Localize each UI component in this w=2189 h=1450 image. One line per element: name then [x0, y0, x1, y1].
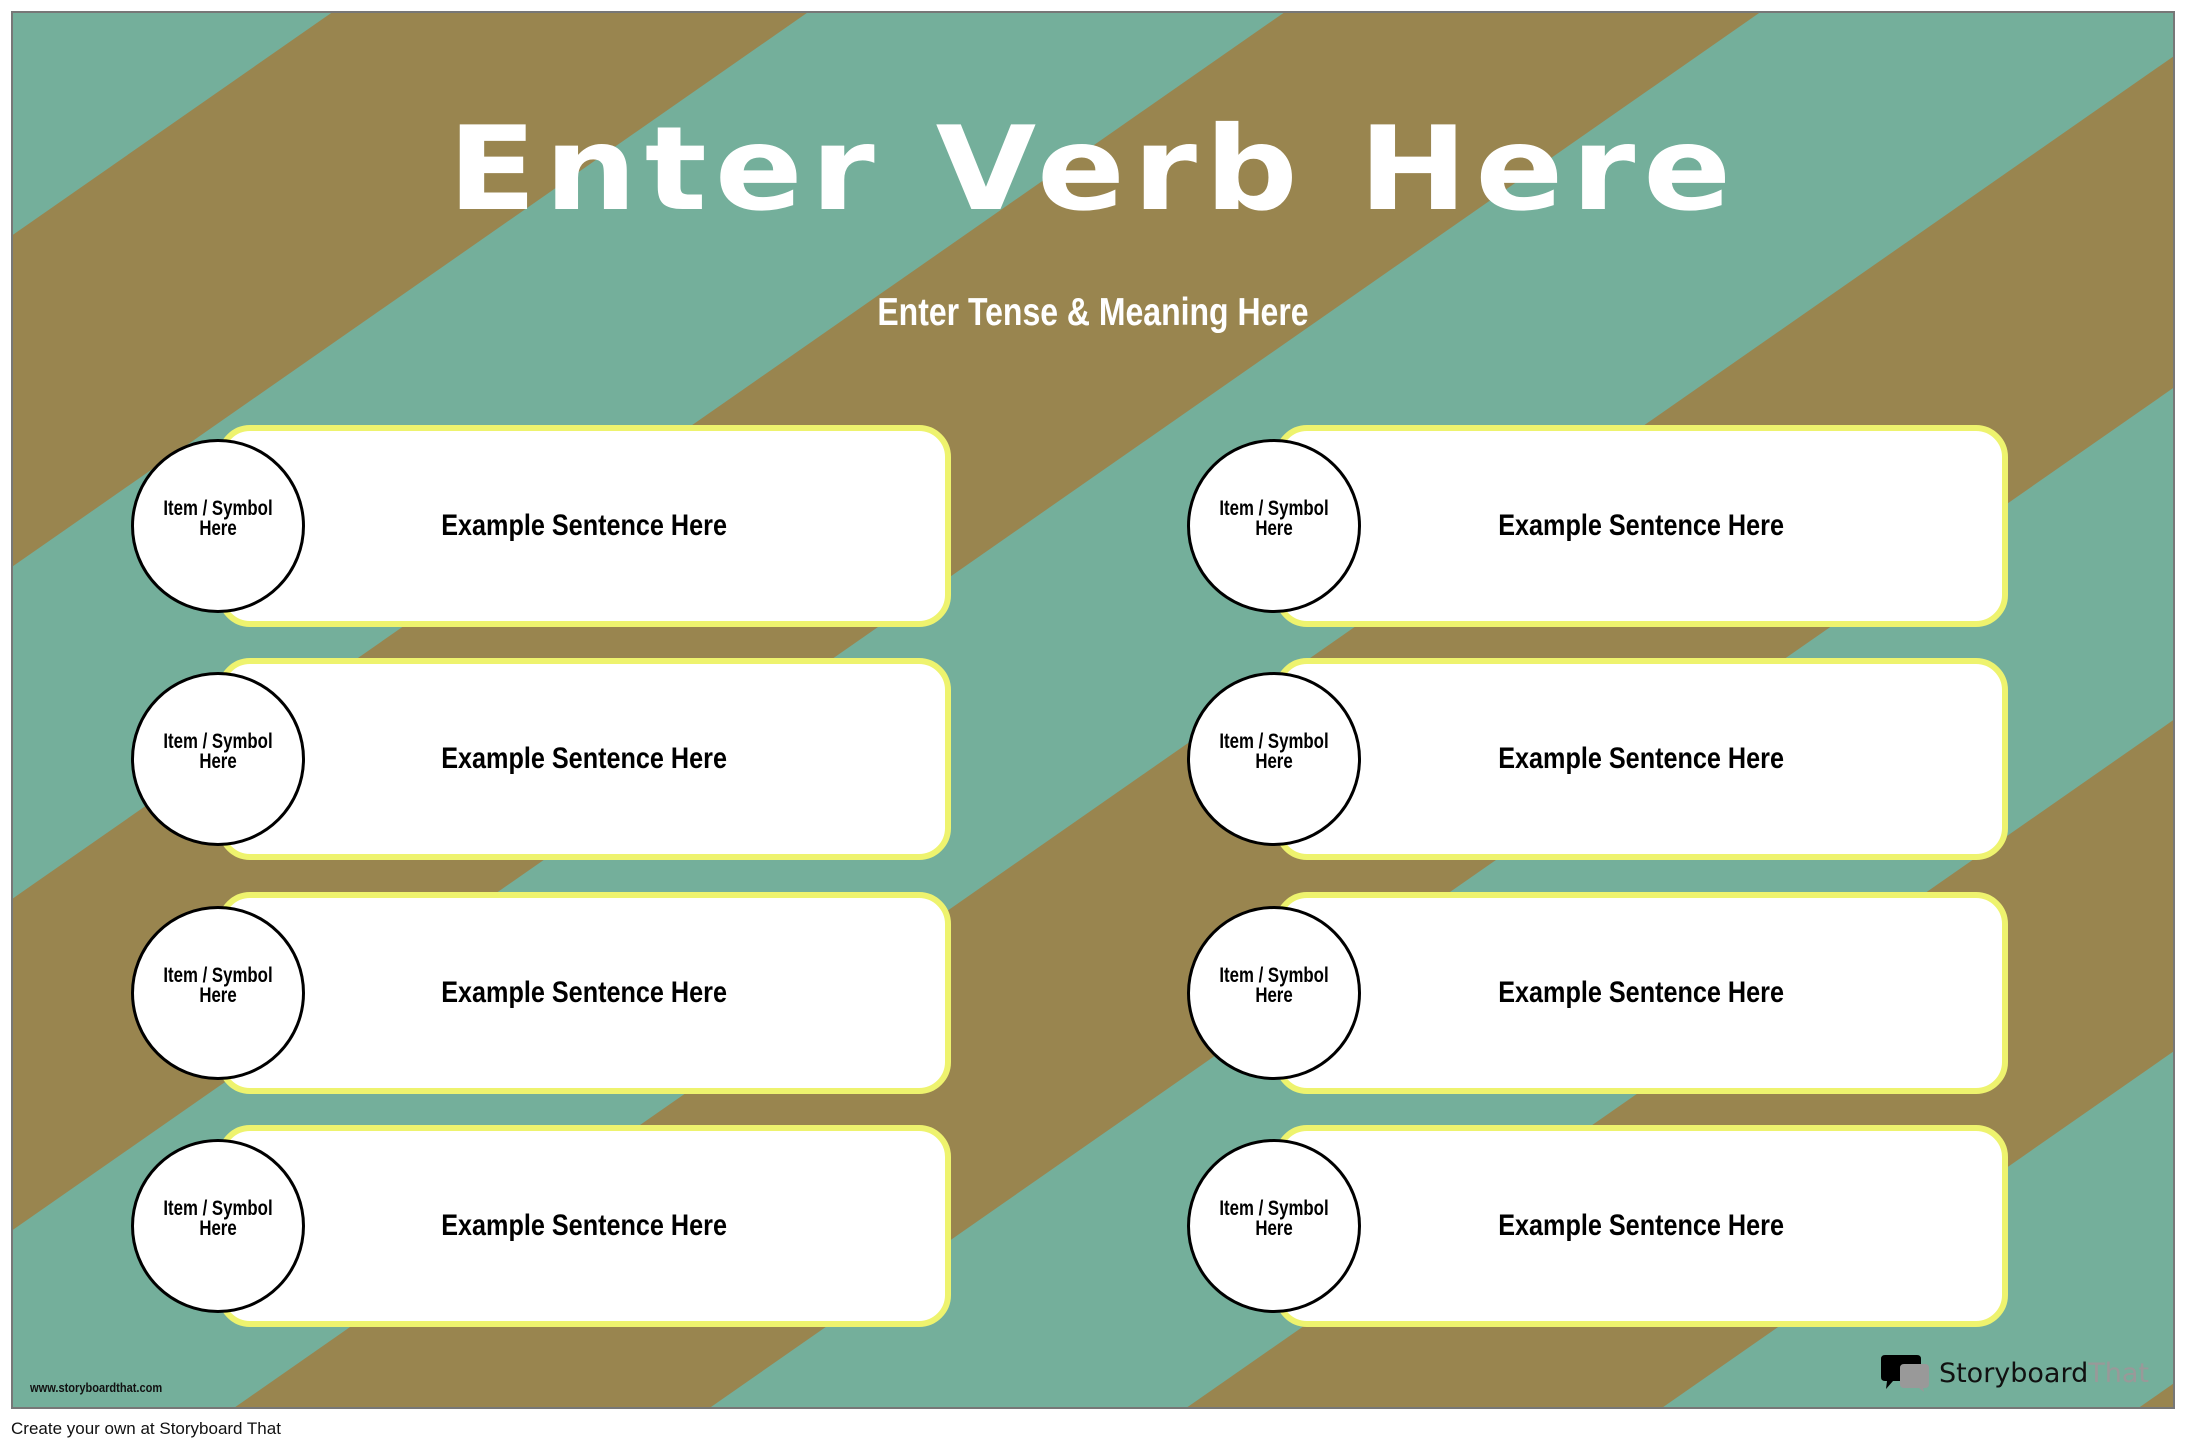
- example-card-3[interactable]: Example Sentence Here: [218, 892, 951, 1094]
- symbol-circle-8[interactable]: Item / Symbol Here: [1187, 1139, 1361, 1313]
- example-sentence: Example Sentence Here: [441, 1209, 728, 1242]
- symbol-label: Item / Symbol Here: [1219, 497, 1329, 540]
- watermark-url: www.storyboardthat.com: [30, 1380, 163, 1395]
- example-sentence: Example Sentence Here: [441, 742, 728, 775]
- symbol-circle-4[interactable]: Item / Symbol Here: [131, 1139, 305, 1313]
- example-card-4[interactable]: Example Sentence Here: [218, 1125, 951, 1327]
- poster-subtitle[interactable]: Enter Tense & Meaning Here: [13, 285, 2173, 341]
- example-sentence: Example Sentence Here: [1498, 1209, 1785, 1242]
- symbol-label: Item / Symbol Here: [1219, 1197, 1329, 1240]
- example-sentence: Example Sentence Here: [441, 976, 728, 1009]
- symbol-circle-2[interactable]: Item / Symbol Here: [131, 672, 305, 846]
- symbol-label: Item / Symbol Here: [163, 1197, 273, 1240]
- logo-brand-secondary: That: [2088, 1357, 2149, 1389]
- symbol-circle-3[interactable]: Item / Symbol Here: [131, 906, 305, 1080]
- symbol-circle-6[interactable]: Item / Symbol Here: [1187, 672, 1361, 846]
- footer-credit[interactable]: Create your own at Storyboard That: [11, 1419, 281, 1439]
- symbol-label: Item / Symbol Here: [163, 730, 273, 773]
- example-card-8[interactable]: Example Sentence Here: [1275, 1125, 2008, 1327]
- symbol-label: Item / Symbol Here: [163, 964, 273, 1007]
- example-card-1[interactable]: Example Sentence Here: [218, 425, 951, 627]
- example-card-7[interactable]: Example Sentence Here: [1275, 892, 2008, 1094]
- poster-subtitle-text: Enter Tense & Meaning Here: [877, 291, 1309, 334]
- example-sentence: Example Sentence Here: [1498, 976, 1785, 1009]
- symbol-label: Item / Symbol Here: [1219, 730, 1329, 773]
- symbol-label: Item / Symbol Here: [163, 497, 273, 540]
- poster-title[interactable]: Enter Verb Here: [13, 105, 2173, 235]
- example-sentence: Example Sentence Here: [1498, 509, 1785, 542]
- example-sentence: Example Sentence Here: [441, 509, 728, 542]
- example-sentence: Example Sentence Here: [1498, 742, 1785, 775]
- symbol-circle-7[interactable]: Item / Symbol Here: [1187, 906, 1361, 1080]
- storyboardthat-logo: Storyboard That: [1879, 1353, 2149, 1393]
- symbol-label: Item / Symbol Here: [1219, 964, 1329, 1007]
- example-card-5[interactable]: Example Sentence Here: [1275, 425, 2008, 627]
- speech-bubbles-icon: [1880, 1355, 1929, 1392]
- example-card-2[interactable]: Example Sentence Here: [218, 658, 951, 860]
- logo-brand-primary: Storyboard: [1938, 1357, 2089, 1389]
- example-card-6[interactable]: Example Sentence Here: [1275, 658, 2008, 860]
- poster-board: Enter Verb Here Enter Tense & Meaning He…: [11, 11, 2175, 1409]
- poster-title-text: Enter Verb Here: [447, 102, 1739, 237]
- symbol-circle-5[interactable]: Item / Symbol Here: [1187, 439, 1361, 613]
- symbol-circle-1[interactable]: Item / Symbol Here: [131, 439, 305, 613]
